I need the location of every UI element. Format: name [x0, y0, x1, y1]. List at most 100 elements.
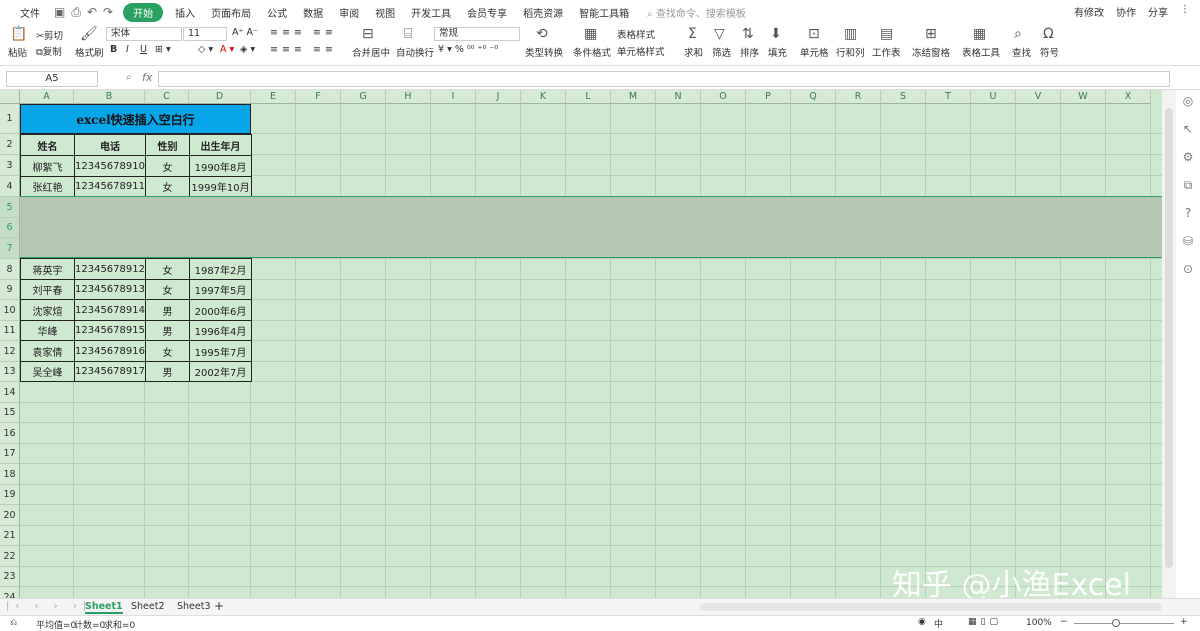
table-header-cell[interactable]: 电话	[74, 134, 146, 156]
worksheet-icon[interactable]: ▤	[880, 26, 893, 42]
row-header[interactable]: 7	[0, 238, 20, 259]
tab-smart-tools[interactable]: 智能工具箱	[571, 5, 637, 20]
row-header[interactable]: 11	[0, 321, 20, 341]
modified-button[interactable]: 有修改	[1074, 4, 1104, 19]
row-header[interactable]: 16	[0, 423, 20, 444]
tab-home[interactable]: 开始	[123, 2, 164, 22]
vertical-scrollbar[interactable]	[1162, 90, 1176, 598]
column-header[interactable]: O	[701, 90, 746, 104]
table-cell[interactable]: 柳絮飞	[20, 155, 75, 177]
merge-center-button[interactable]: 合并居中	[352, 45, 390, 59]
tab-data[interactable]: 数据	[295, 5, 331, 20]
freeze-panes-button[interactable]: 冻结窗格	[912, 45, 950, 59]
cell-icon[interactable]: ⊡	[808, 26, 820, 42]
table-cell[interactable]: 12345678916	[74, 340, 146, 362]
row-header[interactable]: 9	[0, 280, 20, 300]
column-header[interactable]: X	[1106, 90, 1151, 104]
table-cell[interactable]: 女	[145, 279, 190, 300]
more-icon[interactable]: ⋮	[1180, 4, 1190, 19]
row-col-icon[interactable]: ▥	[844, 26, 857, 42]
column-header[interactable]: M	[611, 90, 656, 104]
number-format-select[interactable]: 常规	[434, 27, 520, 41]
print-icon[interactable]: ⎙	[71, 5, 81, 20]
sum-icon[interactable]: Σ	[688, 26, 697, 42]
number-format-buttons[interactable]: ¥ ▾ % ⁰⁰ ⁺⁰ ⁻⁰	[438, 44, 498, 55]
collab-button[interactable]: 协作	[1116, 4, 1136, 19]
table-cell[interactable]: 蒋英宇	[20, 258, 75, 280]
row-header[interactable]: 2	[0, 134, 20, 155]
undo-icon[interactable]: ↶	[87, 5, 97, 20]
tab-formulas[interactable]: 公式	[259, 5, 295, 20]
find-button[interactable]: 查找	[1012, 45, 1031, 59]
column-header[interactable]: P	[746, 90, 791, 104]
conditional-format-icon[interactable]: ▦	[584, 26, 597, 42]
zoom-level[interactable]: 100%	[1026, 618, 1052, 628]
row-header[interactable]: 20	[0, 505, 20, 526]
bold-button[interactable]: B	[110, 44, 117, 55]
row-header[interactable]: 24	[0, 587, 20, 598]
tab-member[interactable]: 会员专享	[459, 5, 515, 20]
copy-button[interactable]: ⧉复制	[36, 44, 62, 58]
table-cell[interactable]: 12345678910	[74, 155, 146, 177]
save-icon[interactable]: ▣	[54, 5, 65, 20]
convert-icon[interactable]: ⟲	[536, 26, 548, 42]
row-header[interactable]: 5	[0, 197, 20, 218]
table-cell[interactable]: 12345678914	[74, 299, 146, 321]
table-header-cell[interactable]: 出生年月	[189, 134, 252, 156]
table-cell[interactable]: 1987年2月	[189, 258, 252, 280]
row-header[interactable]: 13	[0, 362, 20, 382]
sheet-nav-arrows[interactable]: |‹ ‹ › ›|	[6, 601, 92, 612]
lang-icon[interactable]: 中	[934, 617, 943, 630]
column-header[interactable]: I	[431, 90, 476, 104]
table-cell[interactable]: 男	[145, 361, 190, 382]
horizontal-scrollbar[interactable]	[700, 603, 1162, 611]
underline-button[interactable]: U	[140, 44, 147, 55]
sort-button[interactable]: 排序	[740, 45, 759, 59]
column-header[interactable]: G	[341, 90, 386, 104]
table-cell[interactable]: 女	[145, 340, 190, 362]
column-header[interactable]: F	[296, 90, 341, 104]
column-header[interactable]: K	[521, 90, 566, 104]
table-title[interactable]: excel快速插入空白行	[20, 104, 251, 134]
column-header[interactable]: B	[74, 90, 145, 104]
table-header-cell[interactable]: 姓名	[20, 134, 75, 156]
row-header[interactable]: 18	[0, 464, 20, 485]
column-header[interactable]: U	[971, 90, 1016, 104]
location-icon[interactable]: ⊙	[1176, 262, 1200, 286]
column-header[interactable]: J	[476, 90, 521, 104]
format-painter-icon[interactable]: 🖌	[80, 26, 98, 42]
table-header-cell[interactable]: 性别	[145, 134, 190, 156]
sort-icon[interactable]: ⇅	[742, 26, 754, 42]
select-all-corner[interactable]	[0, 90, 20, 104]
cell-style-button[interactable]: 单元格样式	[617, 44, 665, 58]
eye-icon[interactable]: ◉	[918, 617, 926, 627]
wrap-icon[interactable]: ⌸	[404, 26, 412, 42]
table-cell[interactable]: 1996年4月	[189, 320, 252, 341]
row-col-button[interactable]: 行和列	[836, 45, 865, 59]
symbol-icon[interactable]: Ω	[1043, 26, 1054, 42]
tab-developer[interactable]: 开发工具	[403, 5, 459, 20]
table-cell[interactable]: 张红艳	[20, 176, 75, 197]
font-size-up-down[interactable]: A⁺ A⁻	[232, 27, 258, 38]
sheet-tab-2[interactable]: Sheet2	[131, 601, 165, 612]
table-cell[interactable]: 男	[145, 320, 190, 341]
column-header[interactable]: V	[1016, 90, 1061, 104]
table-cell[interactable]: 刘平春	[20, 279, 75, 300]
table-cell[interactable]: 12345678917	[74, 361, 146, 382]
table-cell[interactable]: 1999年10月	[189, 176, 252, 197]
column-header[interactable]: Q	[791, 90, 836, 104]
worksheet-button[interactable]: 工作表	[872, 45, 901, 59]
tab-review[interactable]: 审阅	[331, 5, 367, 20]
font-size-select[interactable]: 11	[183, 27, 227, 41]
command-search[interactable]: ⌕ 查找命令、搜索模板	[647, 5, 746, 20]
view-mode-icons[interactable]: ▦▯▢	[968, 617, 1002, 627]
column-header[interactable]: E	[251, 90, 296, 104]
row-header[interactable]: 1	[0, 104, 20, 134]
tab-page-layout[interactable]: 页面布局	[203, 5, 259, 20]
row-header[interactable]: 10	[0, 300, 20, 321]
column-header[interactable]: L	[566, 90, 611, 104]
column-header[interactable]: N	[656, 90, 701, 104]
column-header[interactable]: D	[189, 90, 251, 104]
zoom-out-icon[interactable]: −	[1060, 617, 1068, 627]
filter-icon[interactable]: ▽	[714, 26, 725, 42]
